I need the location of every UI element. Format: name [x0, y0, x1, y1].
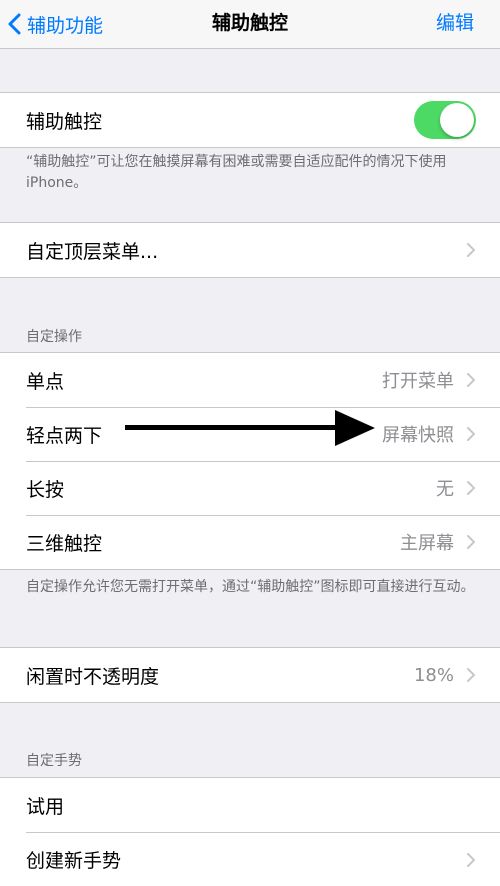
top-menu-label: 自定顶层菜单...: [26, 240, 159, 263]
custom-actions-header: 自定操作: [26, 329, 82, 345]
idle-opacity-row[interactable]: 闲置时不透明度 18%: [0, 648, 500, 702]
action-label: 长按: [26, 478, 65, 501]
navigation-bar: 辅助功能 辅助触控 编辑: [0, 0, 500, 49]
action-label: 轻点两下: [26, 424, 103, 447]
assistive-touch-label: 辅助触控: [26, 110, 103, 133]
assistive-touch-row: 辅助触控: [0, 93, 500, 147]
top-menu-row[interactable]: 自定顶层菜单...: [0, 223, 500, 277]
idle-opacity-label: 闲置时不透明度: [26, 665, 160, 688]
gesture-row-try[interactable]: 试用: [0, 778, 500, 832]
action-label: 三维触控: [26, 532, 103, 555]
action-row-3d-touch[interactable]: 三维触控 主屏幕: [0, 515, 500, 569]
custom-gestures-header: 自定手势: [26, 753, 82, 769]
gesture-label: 试用: [26, 795, 65, 818]
chevron-right-icon: [466, 426, 476, 442]
gesture-row-create[interactable]: 创建新手势: [0, 832, 500, 886]
action-label: 单点: [26, 370, 65, 393]
custom-actions-note: 自定操作允许您无需打开菜单，通过“辅助触控”图标即可直接进行互动。: [26, 579, 475, 595]
chevron-right-icon: [466, 534, 476, 550]
action-row-long-press[interactable]: 长按 无: [0, 461, 500, 515]
custom-actions-group: 单点 打开菜单 轻点两下 屏幕快照 长按 无 三维触控 主屏幕: [0, 352, 500, 570]
page-title: 辅助触控: [211, 12, 288, 34]
idle-opacity-group: 闲置时不透明度 18%: [0, 647, 500, 703]
action-row-single-tap[interactable]: 单点 打开菜单: [0, 353, 500, 407]
custom-gestures-group: 试用 创建新手势: [0, 777, 500, 886]
assistive-touch-group: 辅助触控: [0, 92, 500, 148]
gesture-label: 创建新手势: [26, 850, 122, 872]
chevron-right-icon: [466, 242, 476, 258]
action-value: 主屏幕: [400, 533, 454, 554]
assistive-touch-note: “辅助触控”可让您在触摸屏幕有困难或需要自适应配件的情况下使用 iPhone。: [26, 154, 447, 191]
chevron-right-icon: [466, 667, 476, 683]
annotation-arrow: [125, 410, 375, 446]
assistive-touch-toggle[interactable]: [414, 101, 476, 139]
action-value: 屏幕快照: [382, 425, 454, 446]
idle-opacity-value: 18%: [413, 664, 454, 686]
edit-button[interactable]: 编辑: [436, 0, 474, 48]
chevron-right-icon: [466, 480, 476, 496]
chevron-right-icon: [466, 372, 476, 388]
chevron-right-icon: [466, 852, 476, 868]
action-value: 无: [436, 479, 454, 500]
toggle-knob: [440, 103, 474, 137]
action-value: 打开菜单: [382, 371, 454, 392]
top-menu-group: 自定顶层菜单...: [0, 222, 500, 278]
